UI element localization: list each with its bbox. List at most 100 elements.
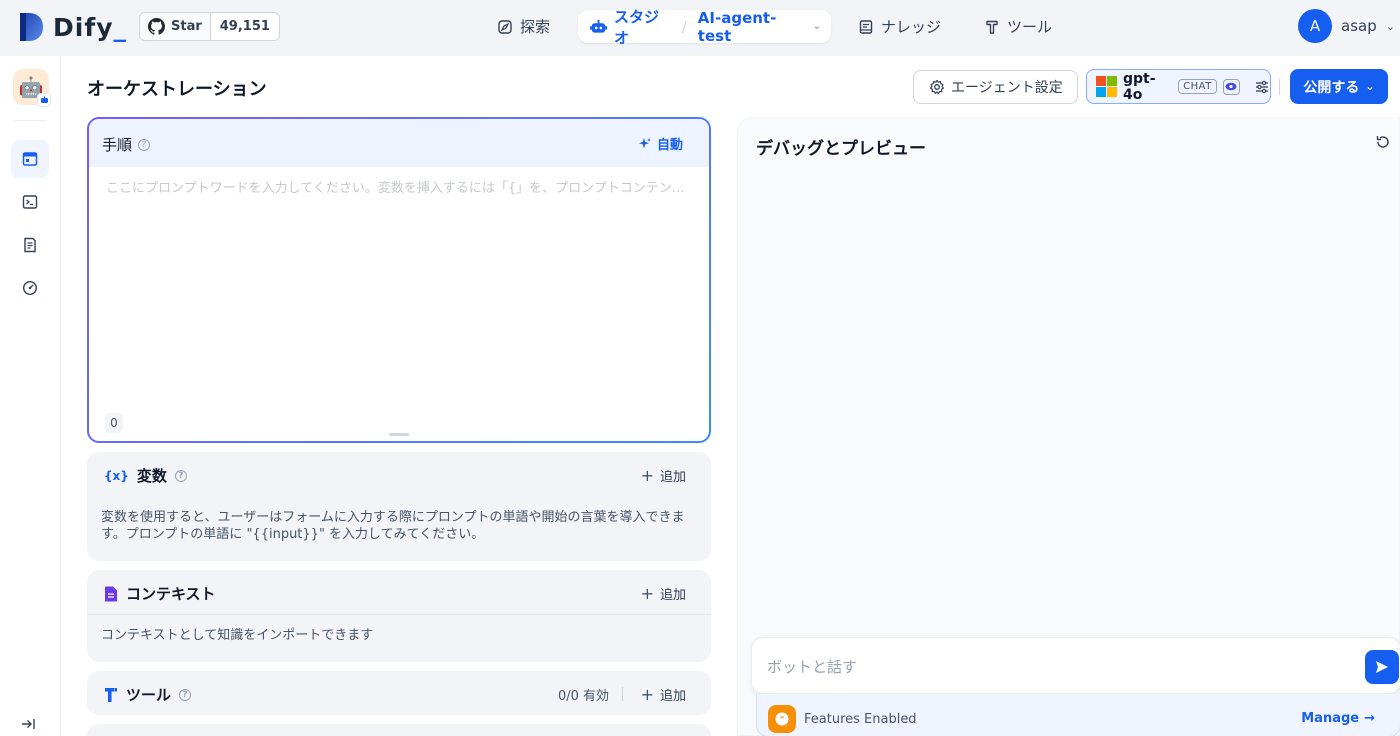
add-context-button[interactable]: + 追加 <box>640 584 686 604</box>
context-section: コンテキスト + 追加 コンテキストとして知識をインポートできます <box>87 570 711 662</box>
chat-input[interactable]: ボットと話す <box>751 637 1400 694</box>
document-icon <box>105 586 117 601</box>
monitoring-icon <box>22 280 38 296</box>
collapse-arrow-icon <box>22 719 35 729</box>
app-name[interactable]: AI-agent-test <box>698 9 804 45</box>
char-count: 0 <box>105 413 123 433</box>
variables-description: 変数を使用すると、ユーザーはフォームに入力する際にプロンプトの単語や開始の言葉を… <box>101 510 685 542</box>
resize-handle[interactable] <box>389 433 409 436</box>
dify-logo[interactable]: Dify_ <box>18 11 127 43</box>
tools-icon <box>986 20 998 34</box>
nav-tools[interactable]: ツール <box>974 10 1062 43</box>
nav-knowledge-label: ナレッジ <box>881 18 942 36</box>
sidebar-item-api[interactable] <box>11 183 49 221</box>
avatar[interactable]: A <box>1298 9 1332 43</box>
github-star-widget[interactable]: Star 49,151 <box>139 12 280 41</box>
top-bar: Dify_ Star 49,151 探索 スタジオ / AI-agent-tes… <box>0 0 1400 56</box>
user-menu[interactable]: A asap ⌄ <box>1298 9 1395 43</box>
quote-icon: " <box>768 705 796 733</box>
github-icon <box>148 18 165 35</box>
tools-section: ツール ? 0/0 有効 + 追加 <box>87 671 711 715</box>
nav-knowledge[interactable]: ナレッジ <box>848 10 951 43</box>
tools-title: ツール ? <box>104 684 192 705</box>
model-selector[interactable]: gpt-4o CHAT <box>1086 69 1271 104</box>
add-variable-button[interactable]: + 追加 <box>641 466 686 486</box>
app-sidebar: 🤖 <box>0 56 61 736</box>
sidebar-item-logs[interactable] <box>11 226 49 264</box>
app-icon[interactable]: 🤖 <box>13 69 51 107</box>
auto-generate-button[interactable]: 自動 <box>638 134 683 153</box>
user-name: asap <box>1341 17 1377 35</box>
variables-title: {x} 変数 ? <box>104 465 187 486</box>
breadcrumb-separator: / <box>681 17 687 36</box>
logs-icon <box>24 237 36 253</box>
add-context-label: 追加 <box>659 588 686 603</box>
variables-section: {x} 変数 ? + 追加 変数を使用すると、ユーザーはフォームに入力する際にプ… <box>87 452 711 561</box>
sidebar-collapse-button[interactable] <box>20 716 36 736</box>
refresh-button[interactable] <box>1375 134 1391 154</box>
github-star-count[interactable]: 49,151 <box>211 13 279 40</box>
instruction-header: 手順 ? 自動 <box>89 119 709 167</box>
manage-features-button[interactable]: Manage → <box>1301 711 1375 726</box>
auto-generate-label: 自動 <box>656 138 683 153</box>
debug-preview-panel: デバッグとプレビュー ボットと話す " Features Enabled Man… <box>737 117 1400 736</box>
sidebar-divider <box>14 120 46 121</box>
sliders-icon[interactable] <box>1254 79 1270 95</box>
send-icon <box>1376 661 1388 673</box>
publish-label: 公開する <box>1303 79 1360 96</box>
help-icon[interactable]: ? <box>174 469 187 482</box>
section-divider <box>87 614 711 615</box>
instruction-title-text: 手順 <box>102 136 133 154</box>
page-title: オーケストレーション <box>87 79 267 100</box>
agent-settings-label: エージェント設定 <box>951 80 1063 96</box>
instruction-card: 手順 ? 自動 ここにプロンプトワードを入力してください。変数を挿入するには「{… <box>87 117 711 443</box>
nav-studio-label: スタジオ <box>614 7 660 47</box>
chat-input-placeholder: ボットと話す <box>767 658 858 676</box>
add-variable-label: 追加 <box>659 470 686 485</box>
chevron-down-icon: ⌄ <box>1365 80 1375 93</box>
vision-icon <box>1222 78 1240 95</box>
sidebar-item-monitoring[interactable] <box>11 269 49 307</box>
variables-title-text: 変数 <box>136 467 167 485</box>
main-content: オーケストレーション エージェント設定 gpt-4o CHAT 公開する ⌄ 手… <box>61 56 1400 736</box>
debug-title: デバッグとプレビュー <box>756 139 926 159</box>
tools-enabled-count: 0/0 有効 <box>557 689 609 704</box>
plus-icon: + <box>640 685 654 704</box>
agent-badge-icon <box>37 93 51 107</box>
plus-icon: + <box>640 584 654 603</box>
tools-divider <box>622 687 623 701</box>
context-title: コンテキスト <box>104 583 216 604</box>
book-icon <box>859 19 873 34</box>
nav-explore[interactable]: 探索 <box>487 10 560 43</box>
variable-icon: {x} <box>104 468 129 483</box>
send-button[interactable] <box>1365 650 1399 684</box>
agent-settings-button[interactable]: エージェント設定 <box>913 70 1078 104</box>
arrow-right-icon: → <box>1364 711 1375 726</box>
features-label: Features Enabled <box>804 712 917 727</box>
next-section-partial <box>87 724 711 736</box>
github-star-button[interactable]: Star <box>140 13 211 40</box>
nav-explore-label: 探索 <box>520 18 551 36</box>
model-name: gpt-4o <box>1123 70 1156 103</box>
dify-logo-icon <box>20 13 43 41</box>
nav-studio[interactable]: スタジオ / AI-agent-test ⌄ <box>578 8 831 47</box>
add-tool-label: 追加 <box>659 689 686 704</box>
chevron-down-icon[interactable]: ⌄ <box>813 21 821 32</box>
tool-icon <box>105 687 117 702</box>
logo-text: Dify_ <box>53 12 127 42</box>
gear-icon <box>930 79 944 95</box>
add-tool-button[interactable]: + 追加 <box>640 685 686 705</box>
nav-tools-label: ツール <box>1007 18 1053 36</box>
svg-text:": " <box>780 716 785 726</box>
context-description: コンテキストとして知識をインポートできます <box>101 628 374 643</box>
help-icon[interactable]: ? <box>179 688 192 701</box>
refresh-icon <box>1376 136 1389 148</box>
tools-title-text: ツール <box>126 686 172 704</box>
orchestrate-icon <box>22 152 38 166</box>
robot-icon <box>590 19 608 33</box>
prompt-editor[interactable]: ここにプロンプトワードを入力してください。変数を挿入するには「{」を、プロンプト… <box>106 177 686 196</box>
manage-label: Manage <box>1301 711 1360 726</box>
publish-button[interactable]: 公開する ⌄ <box>1290 69 1388 104</box>
help-icon[interactable]: ? <box>138 138 151 151</box>
sidebar-item-orchestrate[interactable] <box>11 140 49 178</box>
